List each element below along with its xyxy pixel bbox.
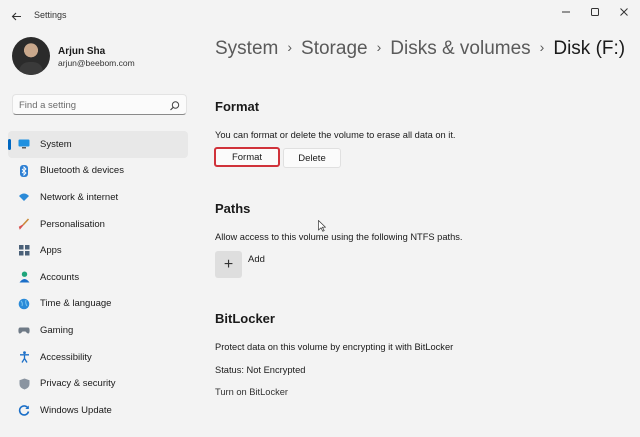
search-icon bbox=[169, 99, 181, 111]
delete-button[interactable]: Delete bbox=[283, 148, 341, 168]
plus-icon: + bbox=[223, 255, 234, 273]
bluetooth-icon bbox=[18, 164, 30, 177]
sidebar-item-gaming[interactable]: Gaming bbox=[8, 317, 188, 344]
breadcrumb-item-storage[interactable]: Storage bbox=[301, 38, 368, 59]
sidebar-item-label: Accounts bbox=[40, 271, 80, 283]
update-icon bbox=[18, 404, 30, 416]
sidebar-item-label: Accessibility bbox=[40, 351, 92, 363]
breadcrumb-item-disks-volumes[interactable]: Disks & volumes bbox=[390, 38, 530, 59]
shield-icon bbox=[18, 378, 30, 390]
close-icon[interactable] bbox=[609, 0, 639, 24]
bitlocker-description: Protect data on this volume by encryptin… bbox=[215, 342, 454, 352]
chevron-right-icon: › bbox=[287, 39, 293, 55]
add-label[interactable]: Add bbox=[248, 254, 265, 265]
mouse-cursor-icon bbox=[318, 219, 327, 232]
paths-description: Allow access to this volume using the fo… bbox=[215, 232, 463, 242]
turn-on-bitlocker-link[interactable]: Turn on BitLocker bbox=[215, 387, 288, 397]
apps-icon bbox=[18, 245, 30, 257]
brush-icon bbox=[18, 218, 30, 230]
format-button[interactable]: Format bbox=[214, 147, 280, 167]
sidebar-item-label: Time & language bbox=[40, 298, 112, 310]
sidebar-item-time-language[interactable]: Time & language bbox=[8, 291, 188, 318]
title-bar: Settings bbox=[0, 0, 640, 32]
sidebar-item-label: Privacy & security bbox=[40, 378, 116, 390]
breadcrumb-item-system[interactable]: System bbox=[215, 38, 278, 59]
sidebar-item-label: Network & internet bbox=[40, 191, 119, 203]
bitlocker-status: Status: Not Encrypted bbox=[215, 365, 306, 375]
app-title: Settings bbox=[34, 10, 67, 20]
avatar bbox=[12, 37, 50, 75]
sidebar-item-apps[interactable]: Apps bbox=[8, 237, 188, 264]
user-email: arjun@beebom.com bbox=[58, 58, 135, 68]
sidebar-item-label: Personalisation bbox=[40, 218, 105, 230]
sidebar-item-windows-update[interactable]: Windows Update bbox=[8, 397, 188, 424]
sidebar-item-bluetooth[interactable]: Bluetooth & devices bbox=[8, 158, 188, 185]
sidebar-item-label: System bbox=[40, 138, 72, 150]
globe-icon bbox=[18, 298, 30, 310]
sidebar-item-personalisation[interactable]: Personalisation bbox=[8, 211, 188, 238]
add-path-button[interactable]: + bbox=[215, 251, 242, 278]
bitlocker-heading: BitLocker bbox=[215, 311, 275, 326]
sidebar-item-privacy-security[interactable]: Privacy & security bbox=[8, 370, 188, 397]
accessibility-icon bbox=[18, 351, 30, 363]
user-name: Arjun Sha bbox=[58, 46, 106, 57]
paths-heading: Paths bbox=[215, 201, 251, 216]
sidebar-item-network[interactable]: Network & internet bbox=[8, 184, 188, 211]
sidebar-nav: System Bluetooth & devices Network & int… bbox=[8, 131, 188, 424]
monitor-icon bbox=[18, 138, 30, 150]
search-input[interactable]: Find a setting bbox=[12, 94, 187, 115]
back-arrow-icon[interactable] bbox=[6, 6, 26, 26]
person-icon bbox=[18, 271, 30, 283]
wifi-icon bbox=[18, 191, 30, 203]
sidebar-item-system[interactable]: System bbox=[8, 131, 188, 158]
format-heading: Format bbox=[215, 99, 260, 114]
sidebar-item-label: Apps bbox=[40, 245, 62, 257]
gamepad-icon bbox=[18, 324, 30, 336]
search-placeholder: Find a setting bbox=[19, 100, 77, 111]
page-title: Disk (F:) bbox=[553, 38, 626, 59]
sidebar-item-label: Windows Update bbox=[40, 404, 112, 416]
sidebar-item-accounts[interactable]: Accounts bbox=[8, 264, 188, 291]
maximize-icon[interactable] bbox=[580, 0, 610, 24]
breadcrumb: System › Storage › Disks & volumes › Disk (F:) bbox=[215, 38, 625, 60]
sidebar-item-label: Bluetooth & devices bbox=[40, 165, 124, 177]
chevron-right-icon: › bbox=[376, 39, 382, 55]
format-description: You can format or delete the volume to e… bbox=[215, 130, 456, 140]
minimize-icon[interactable] bbox=[551, 0, 581, 24]
sidebar-item-label: Gaming bbox=[40, 324, 74, 336]
user-profile[interactable]: Arjun Sha arjun@beebom.com bbox=[12, 37, 192, 79]
sidebar-item-accessibility[interactable]: Accessibility bbox=[8, 344, 188, 371]
chevron-right-icon: › bbox=[539, 39, 545, 55]
